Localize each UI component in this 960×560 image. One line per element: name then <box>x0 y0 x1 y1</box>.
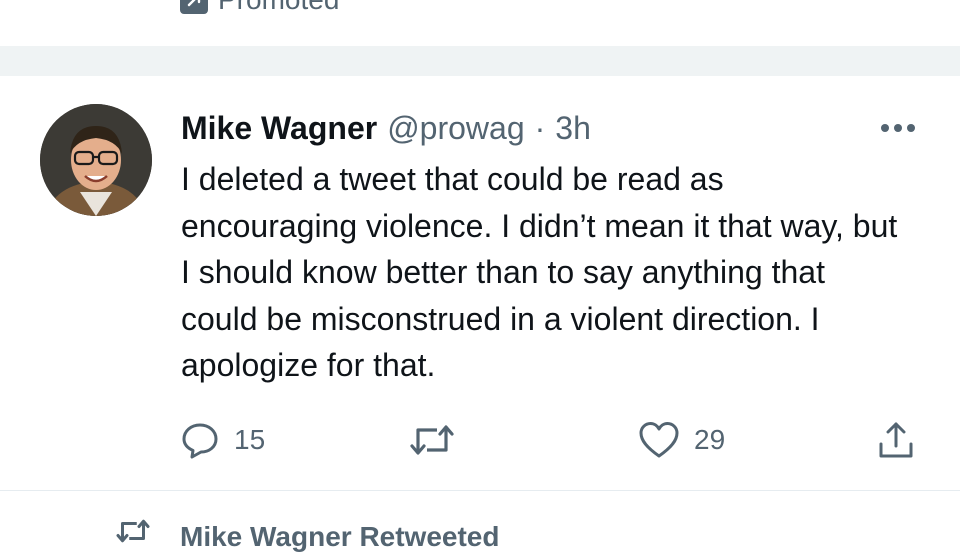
header-separator: · <box>534 110 546 146</box>
tweet-actions: 15 29 <box>0 418 960 462</box>
share-icon <box>876 420 916 460</box>
retweet-button[interactable] <box>409 418 469 462</box>
reply-count: 15 <box>234 424 266 455</box>
like-button[interactable]: 29 <box>638 418 725 462</box>
retweeted-by-label: Mike Wagner Retweeted <box>180 520 500 552</box>
promoted-arrow-icon <box>180 0 208 14</box>
author-name[interactable]: Mike Wagner <box>181 108 377 148</box>
tweet-text: I deleted a tweet that could be read as … <box>181 161 898 383</box>
share-button[interactable] <box>876 418 916 462</box>
section-separator <box>0 46 960 76</box>
retweet-indicator-icon <box>114 516 152 557</box>
author-handle[interactable]: @prowag <box>387 108 524 148</box>
tweet-header: Mike Wagner @prowag · 3h <box>181 108 591 148</box>
more-options-button[interactable] <box>876 114 920 144</box>
heart-icon <box>638 420 680 460</box>
promoted-label-row: Promoted <box>180 0 339 14</box>
retweet-icon <box>409 420 455 460</box>
retweeted-by-row[interactable]: Mike Wagner Retweeted <box>114 516 499 557</box>
reply-button[interactable]: 15 <box>180 418 265 462</box>
like-count: 29 <box>694 424 726 455</box>
more-dots-icon <box>878 120 918 138</box>
timeline: Promoted Mike Wagner @prowag · 3h <box>0 0 960 560</box>
tweet-timestamp[interactable]: 3h <box>555 108 591 148</box>
tweet-divider <box>0 490 960 491</box>
avatar[interactable] <box>40 104 152 216</box>
reply-icon <box>180 420 220 460</box>
promoted-text: Promoted <box>218 0 339 14</box>
